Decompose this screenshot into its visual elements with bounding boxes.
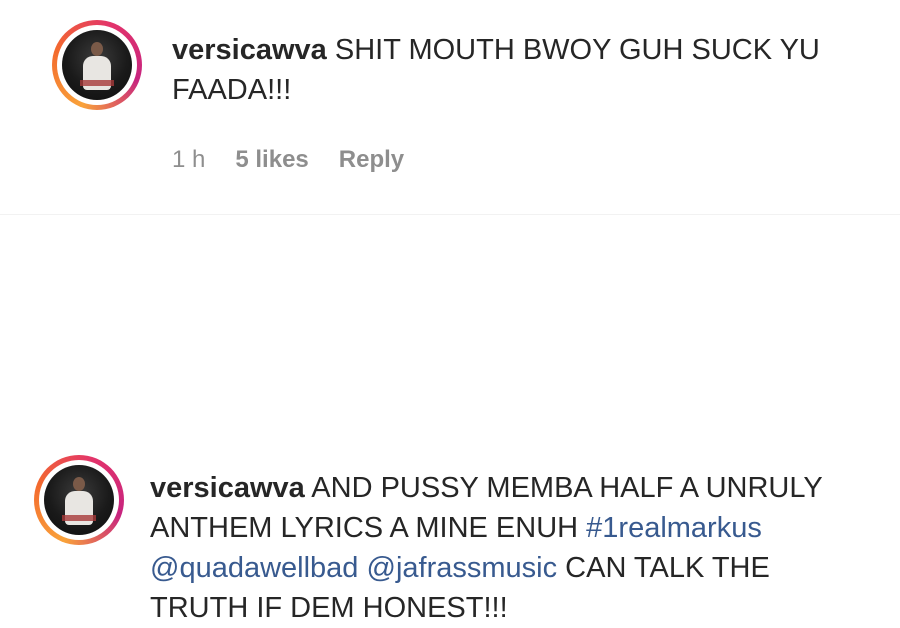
avatar-photo (44, 465, 114, 535)
comment-text: versicawva AND PUSSY MEMBA HALF A UNRULY… (150, 468, 870, 628)
avatar[interactable] (34, 455, 124, 545)
comment-item: versicawva AND PUSSY MEMBA HALF A UNRULY… (0, 215, 900, 624)
reply-button[interactable]: Reply (339, 146, 404, 174)
comment-text: versicawva SHIT MOUTH BWOY GUH SUCK YU F… (172, 30, 872, 110)
comment-time: 1 h (172, 146, 206, 173)
avatar[interactable] (52, 20, 142, 110)
mention-link[interactable]: @quadawellbad (150, 552, 358, 584)
hashtag-link[interactable]: #1realmarkus (586, 512, 762, 544)
comment-item: versicawva SHIT MOUTH BWOY GUH SUCK YU F… (0, 0, 900, 215)
comment-meta: 1 h 5 likes Reply (172, 146, 404, 174)
avatar-photo (62, 30, 132, 100)
mention-link[interactable]: @jafrassmusic (367, 552, 558, 584)
username-link[interactable]: versicawva (150, 472, 305, 504)
likes-count[interactable]: 5 likes (235, 146, 308, 174)
username-link[interactable]: versicawva (172, 34, 327, 66)
